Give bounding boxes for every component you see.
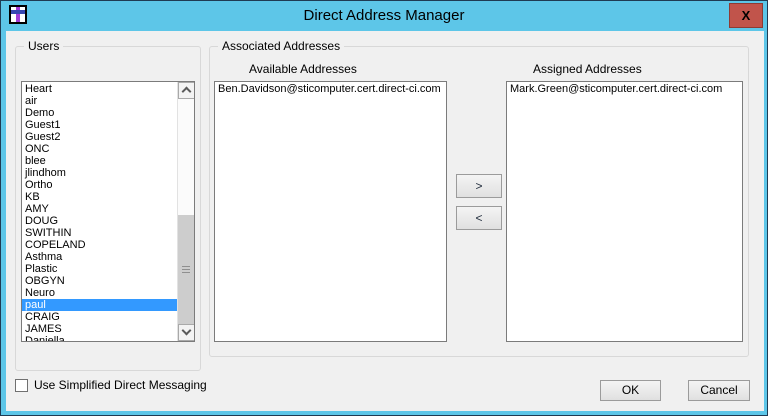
list-item[interactable]: Guest2 <box>22 131 177 143</box>
users-listbox[interactable]: HeartairDemoGuest1Guest2ONCbleejlindhomO… <box>21 81 195 342</box>
title-bar[interactable]: Direct Address Manager X <box>1 1 767 30</box>
list-item[interactable]: ONC <box>22 143 177 155</box>
list-item[interactable]: AMY <box>22 203 177 215</box>
list-item[interactable]: Neuro <box>22 287 177 299</box>
chevron-down-icon <box>182 326 192 336</box>
assigned-addresses-listbox[interactable]: Mark.Green@sticomputer.cert.direct-ci.co… <box>506 81 743 342</box>
list-item[interactable]: paul <box>22 299 177 311</box>
associated-addresses-group-label: Associated Addresses <box>218 39 344 53</box>
assigned-addresses-label: Assigned Addresses <box>533 62 642 76</box>
scrollbar-grip-icon <box>182 266 190 274</box>
list-item[interactable]: JAMES <box>22 323 177 335</box>
simplified-direct-messaging-label: Use Simplified Direct Messaging <box>34 379 207 392</box>
list-item[interactable]: air <box>22 95 177 107</box>
list-item[interactable]: blee <box>22 155 177 167</box>
list-item[interactable]: DOUG <box>22 215 177 227</box>
users-list-items: HeartairDemoGuest1Guest2ONCbleejlindhomO… <box>22 83 177 341</box>
scroll-up-button[interactable] <box>178 82 195 99</box>
list-item[interactable]: Mark.Green@sticomputer.cert.direct-ci.co… <box>507 82 742 96</box>
list-item[interactable]: Heart <box>22 83 177 95</box>
users-list-scrollbar[interactable] <box>177 82 194 341</box>
list-item[interactable]: Plastic <box>22 263 177 275</box>
list-item[interactable]: Ortho <box>22 179 177 191</box>
cancel-button[interactable]: Cancel <box>688 380 750 401</box>
ok-button[interactable]: OK <box>600 380 661 401</box>
available-addresses-listbox[interactable]: Ben.Davidson@sticomputer.cert.direct-ci.… <box>214 81 447 342</box>
scroll-down-button[interactable] <box>178 324 195 341</box>
list-item[interactable]: Daniella <box>22 335 177 341</box>
window-title: Direct Address Manager <box>1 7 767 24</box>
list-item[interactable]: Guest1 <box>22 119 177 131</box>
list-item[interactable]: SWITHIN <box>22 227 177 239</box>
list-item[interactable]: CRAIG <box>22 311 177 323</box>
list-item[interactable]: COPELAND <box>22 239 177 251</box>
move-right-button[interactable]: > <box>456 174 502 198</box>
list-item[interactable]: Demo <box>22 107 177 119</box>
list-item[interactable]: KB <box>22 191 177 203</box>
close-button[interactable]: X <box>729 3 763 28</box>
list-item[interactable]: Ben.Davidson@sticomputer.cert.direct-ci.… <box>215 82 446 96</box>
move-left-button[interactable]: < <box>456 206 502 230</box>
list-item[interactable]: Asthma <box>22 251 177 263</box>
list-item[interactable]: OBGYN <box>22 275 177 287</box>
scrollbar-thumb[interactable] <box>178 215 194 325</box>
simplified-direct-messaging-checkbox[interactable] <box>15 379 28 392</box>
list-item[interactable]: jlindhom <box>22 167 177 179</box>
dialog-content: Users Associated Addresses HeartairDemoG… <box>6 31 764 411</box>
available-addresses-label: Available Addresses <box>249 62 357 76</box>
direct-address-manager-dialog: Direct Address Manager X Users Associate… <box>0 0 768 416</box>
users-group-label: Users <box>24 39 63 53</box>
chevron-up-icon <box>182 87 192 97</box>
